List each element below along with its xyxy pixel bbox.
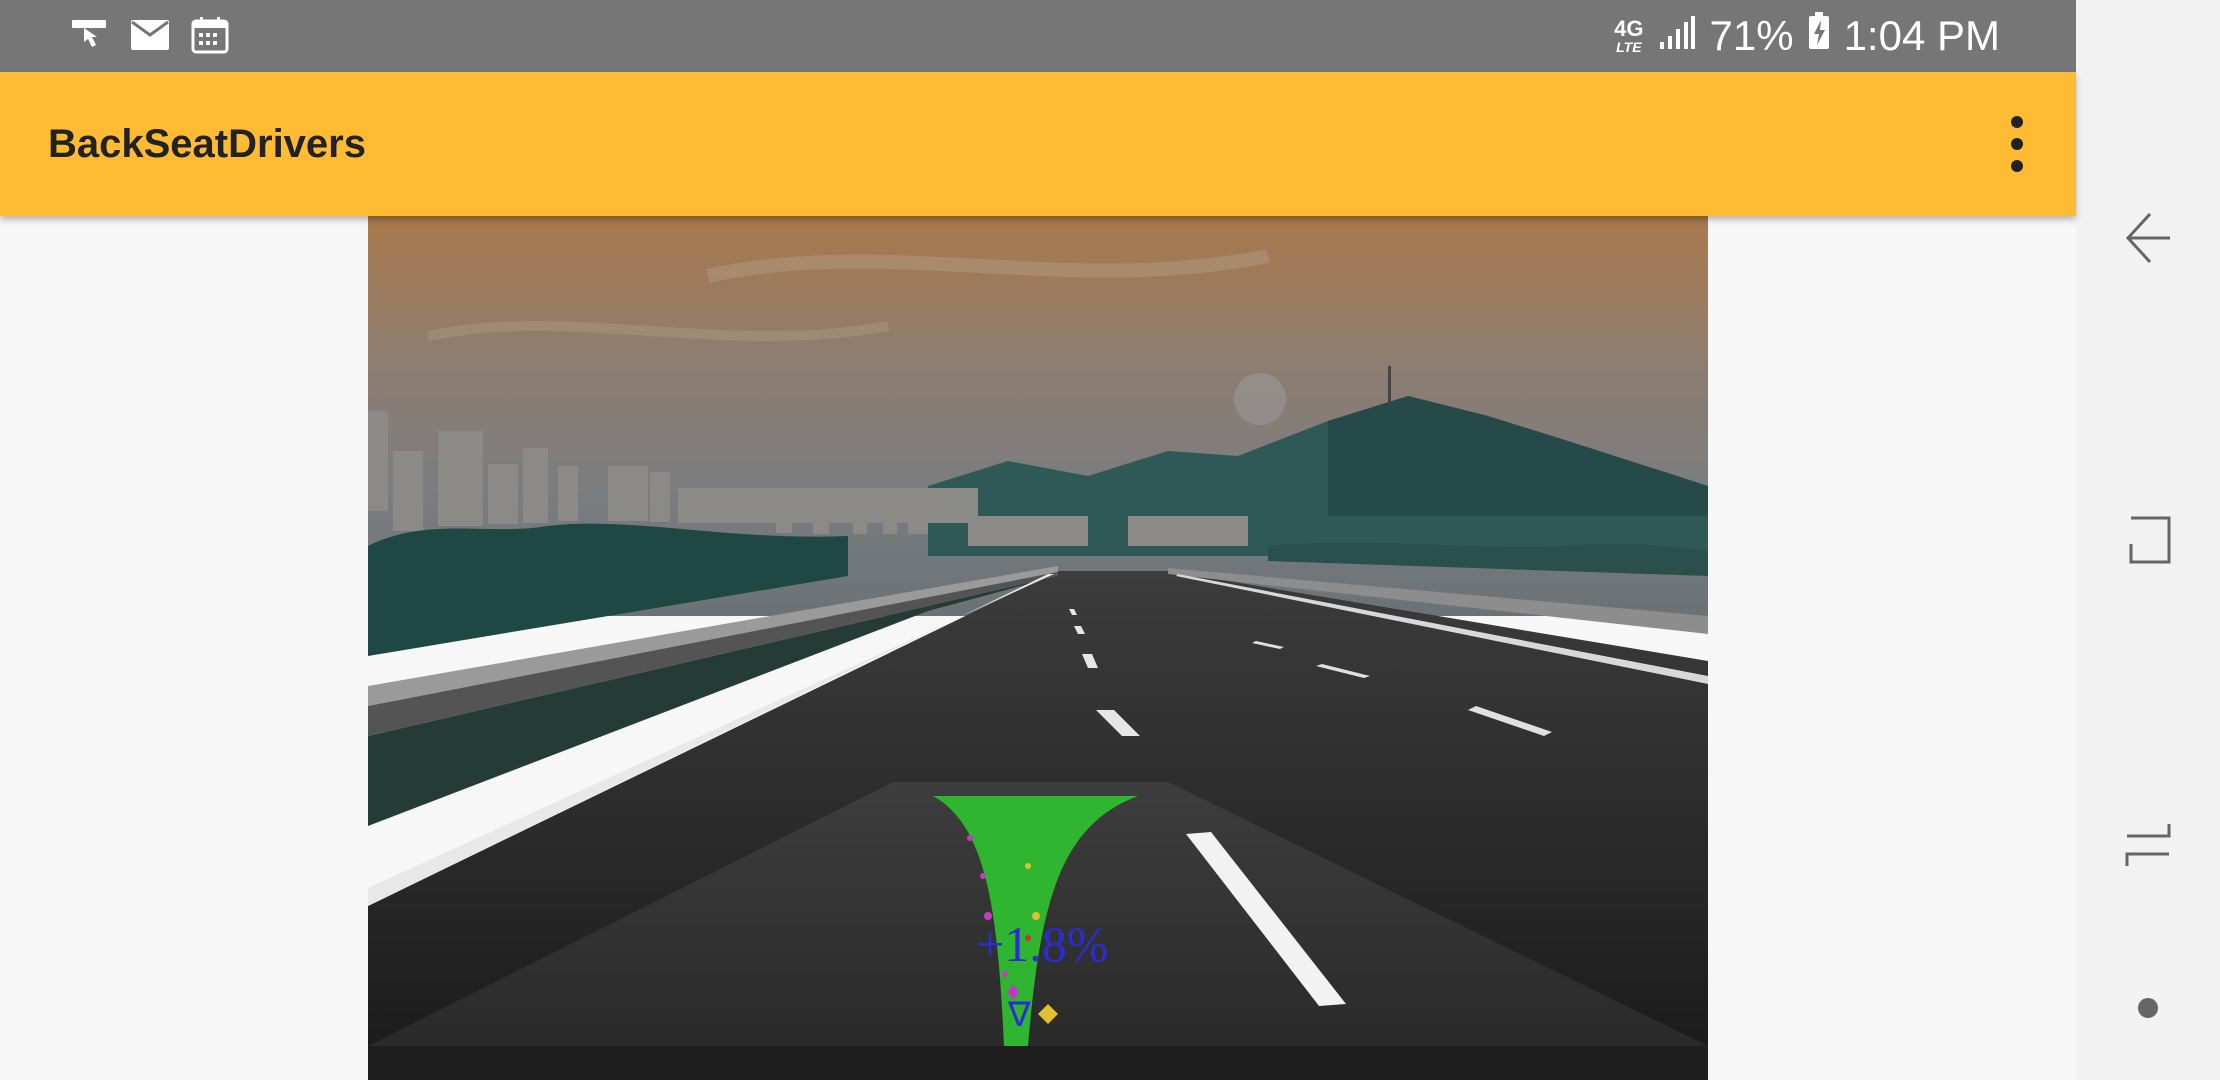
back-button[interactable] [2076,178,2220,298]
clock: 1:04 PM [1843,12,2000,59]
recents-icon [2125,824,2171,866]
notification-icons [68,14,232,56]
network-label: 4G [1614,16,1644,41]
overview-button[interactable] [2076,480,2220,600]
road-scene: +1.8% ∇ [368,216,1708,1080]
camera-view[interactable]: +1.8% ∇ [368,216,1708,1080]
mail-icon [128,14,172,56]
network-type: 4G LTE [1614,16,1644,55]
main-content: +1.8% ∇ [0,216,2076,1080]
battery-charging-icon [1808,12,1830,60]
direction-marker: ∇ [1007,997,1031,1034]
status-bar: 4G LTE 71% 1:04 PM [0,0,2076,72]
back-icon [2125,212,2170,264]
assistant-dot-icon [2138,998,2158,1018]
more-vert-icon [2011,116,2023,128]
calendar-icon [188,14,232,56]
battery-percent: 71% [1709,12,1794,59]
slope-percentage: +1.8% [976,916,1108,972]
more-options-button[interactable] [2002,116,2032,172]
signal-icon [1658,12,1696,60]
gesture-notification-icon [68,14,112,56]
navigation-bar [2076,0,2220,1080]
assistant-button[interactable] [2076,948,2220,1068]
app-title: BackSeatDrivers [48,122,366,166]
overview-icon [2129,516,2171,564]
recents-button[interactable] [2076,784,2220,904]
status-indicators: 4G LTE 71% 1:04 PM [1614,0,2000,72]
app-bar: BackSeatDrivers [0,72,2076,216]
network-sub-label: LTE [1616,39,1642,55]
